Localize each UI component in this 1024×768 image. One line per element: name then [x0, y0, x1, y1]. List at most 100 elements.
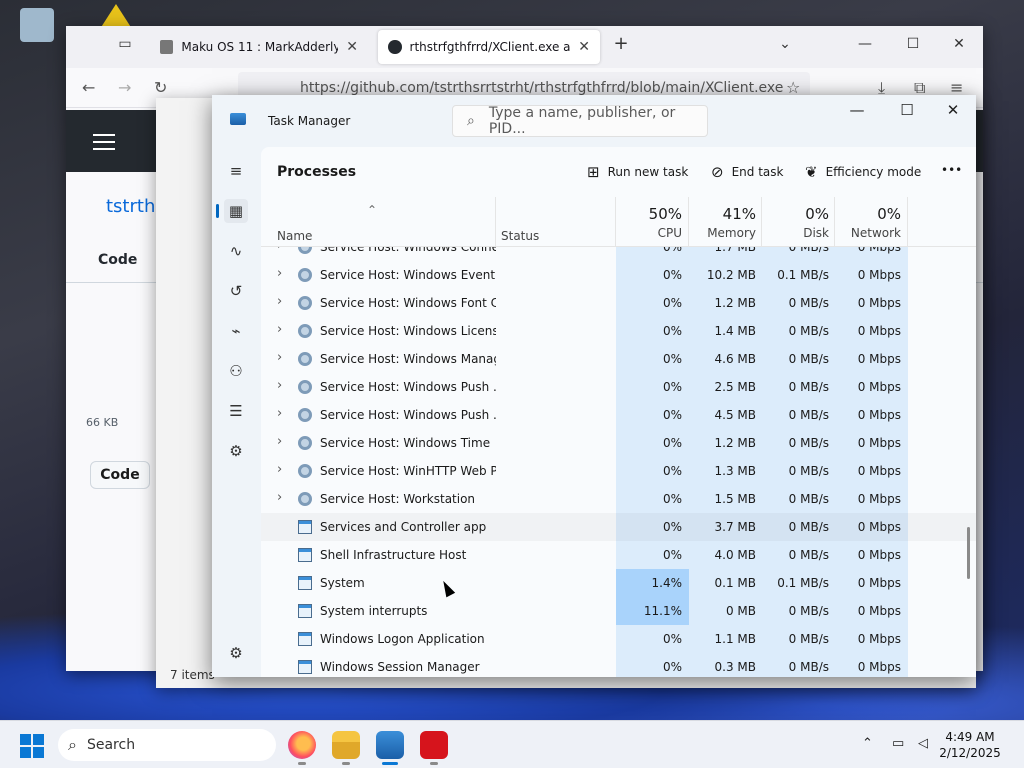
column-memory[interactable]: 41% Memory [689, 205, 756, 240]
more-icon: ••• [941, 163, 963, 177]
app-history-icon[interactable]: ↺ [224, 279, 248, 303]
task-manager-logo-icon [230, 113, 246, 125]
ff-maximize-button[interactable]: ☐ [898, 36, 928, 52]
efficiency-mode-button[interactable]: ❦ Efficiency mode [805, 163, 921, 181]
table-row[interactable]: › Service Host: Windows Time 0% 1.2 MB 0 MB/… [261, 429, 976, 457]
table-row[interactable]: › Service Host: Windows Conne... 0% 1.7 MB 0… [261, 247, 976, 261]
file-explorer-taskbar-icon[interactable] [332, 731, 360, 765]
minimize-button[interactable]: — [834, 101, 880, 119]
more-options-button[interactable]: ••• [941, 163, 962, 177]
column-disk[interactable]: 0% Disk [761, 205, 829, 240]
file-size-label: 66 KB [86, 416, 119, 429]
startup-apps-icon[interactable]: ⌁ [224, 319, 248, 343]
search-input[interactable]: ⌕ Type a name, publisher, or PID... [452, 105, 708, 137]
expand-chevron-icon[interactable]: › [277, 247, 282, 253]
ff-minimize-button[interactable]: — [850, 36, 880, 52]
start-button[interactable] [20, 734, 44, 758]
code-button[interactable]: Code [90, 461, 150, 489]
process-window-icon [298, 632, 312, 646]
clock[interactable]: 4:49 AM 2/12/2025 [930, 729, 1010, 761]
process-name: Service Host: Windows Font C... [320, 296, 496, 310]
expand-chevron-icon[interactable]: › [277, 350, 282, 365]
app-taskbar-icon[interactable] [420, 731, 448, 765]
table-row[interactable]: › Service Host: Windows Font C... 0% 1.2 MB… [261, 289, 976, 317]
table-row[interactable]: › Service Host: WinHTTP Web P... 0% 1.3 MB 0… [261, 457, 976, 485]
expand-chevron-icon[interactable]: › [277, 434, 282, 449]
table-row[interactable]: › Service Host: Windows Manag... 0% 4.6 MB 0… [261, 345, 976, 373]
tab-code[interactable]: Code [98, 252, 137, 268]
table-row[interactable]: Shell Infrastructure Host 0% 4.0 MB 0 MB/s 0… [261, 541, 976, 569]
table-row[interactable]: System interrupts 11.1% 0 MB 0 MB/s 0 Mbps [261, 597, 976, 625]
end-task-button[interactable]: ⊘ End task [711, 163, 783, 181]
tab-maku-os[interactable]: Maku OS 11 : MarkAdderly : Fre ✕ [150, 30, 368, 64]
hamburger-menu-icon[interactable] [93, 134, 115, 150]
settings-gear-icon[interactable]: ⚙ [224, 641, 248, 665]
table-row[interactable]: › Service Host: Windows Event ... 0% 10.2 M… [261, 261, 976, 289]
processes-icon[interactable]: ▦ [216, 199, 248, 223]
tab-xclient[interactable]: rthstrfgthfrrd/XClient.exe at ma ✕ [378, 30, 600, 64]
expand-chevron-icon[interactable]: › [277, 490, 282, 505]
column-name[interactable]: Name [277, 229, 312, 243]
table-row[interactable]: Services and Controller app 0% 3.7 MB 0 MB/… [261, 513, 976, 541]
reload-icon[interactable]: ↻ [154, 78, 167, 97]
expand-chevron-icon[interactable]: › [277, 378, 282, 393]
expand-chevron-icon[interactable]: › [277, 462, 282, 477]
column-network[interactable]: 0% Network [834, 205, 901, 240]
expand-chevron-icon[interactable]: › [277, 294, 282, 309]
ff-close-button[interactable]: ✕ [944, 36, 974, 52]
cpu-value: 0% [662, 352, 682, 366]
tab-overview-icon[interactable]: ▭ [110, 36, 140, 52]
tab-close-icon[interactable]: ✕ [346, 39, 358, 55]
explorer-nav-column [156, 98, 212, 688]
hamburger-menu-icon[interactable]: ≡ [224, 159, 248, 183]
details-icon[interactable]: ☰ [224, 399, 248, 423]
disk-value: 0 MB/s [788, 408, 829, 422]
memory-value: 1.4 MB [714, 324, 756, 338]
table-row[interactable]: › Service Host: Windows Push ... 0% 4.5 MB 0… [261, 401, 976, 429]
list-tabs-chevron-icon[interactable]: ⌄ [770, 36, 800, 52]
expand-chevron-icon[interactable]: › [277, 406, 282, 421]
network-icon[interactable]: ▭ [892, 736, 904, 751]
disk-value: 0 MB/s [788, 380, 829, 394]
taskbar-search[interactable]: ⌕ Search [58, 729, 276, 761]
network-value: 0 Mbps [857, 380, 901, 394]
forward-arrow-icon[interactable]: → [118, 78, 131, 97]
expand-chevron-icon[interactable]: › [277, 266, 282, 281]
table-row[interactable]: Windows Logon Application 0% 1.1 MB 0 MB/s 0… [261, 625, 976, 653]
column-status[interactable]: Status [501, 229, 539, 243]
task-manager-taskbar-icon[interactable] [376, 731, 404, 765]
back-arrow-icon[interactable]: ← [82, 78, 95, 97]
cpu-total: 50% [648, 205, 682, 223]
table-row[interactable]: System 1.4% 0.1 MB 0.1 MB/s 0 Mbps [261, 569, 976, 597]
disk-value: 0.1 MB/s [777, 268, 829, 282]
memory-value: 1.7 MB [714, 247, 756, 254]
processes-toolbar: Processes ⊞ Run new task ⊘ End task ❦ Ef… [261, 147, 976, 197]
disk-value: 0 MB/s [788, 548, 829, 562]
tab-close-icon[interactable]: ✕ [578, 39, 590, 55]
divider [907, 197, 908, 247]
cpu-value: 0% [662, 436, 682, 450]
memory-value: 2.5 MB [714, 380, 756, 394]
volume-icon[interactable]: ◁ [918, 736, 928, 751]
performance-icon[interactable]: ∿ [224, 239, 248, 263]
run-new-task-button[interactable]: ⊞ Run new task [587, 163, 688, 181]
recycle-bin-icon[interactable] [20, 8, 54, 42]
table-row[interactable]: › Service Host: Windows Push ... 0% 2.5 MB 0… [261, 373, 976, 401]
new-tab-icon[interactable]: + [606, 33, 636, 54]
network-value: 0 Mbps [857, 408, 901, 422]
processes-panel: Processes ⊞ Run new task ⊘ End task ❦ Ef… [261, 147, 976, 677]
users-icon[interactable]: ⚇ [224, 359, 248, 383]
table-row[interactable]: › Service Host: Windows Licens... 0% 1.4 MB… [261, 317, 976, 345]
column-cpu[interactable]: 50% CPU [616, 205, 682, 240]
memory-value: 1.2 MB [714, 296, 756, 310]
table-row[interactable]: Windows Session Manager 0% 0.3 MB 0 MB/s 0 M… [261, 653, 976, 677]
network-total: 0% [877, 205, 901, 223]
firefox-taskbar-icon[interactable] [288, 731, 316, 765]
expand-chevron-icon[interactable]: › [277, 322, 282, 337]
close-button[interactable]: ✕ [930, 101, 976, 119]
vertical-scrollbar[interactable] [967, 527, 970, 579]
show-hidden-icons-icon[interactable]: ⌃ [862, 736, 873, 751]
table-row[interactable]: › Service Host: Workstation 0% 1.5 MB 0 MB/s… [261, 485, 976, 513]
maximize-button[interactable]: ☐ [884, 101, 930, 119]
services-icon[interactable]: ⚙ [224, 439, 248, 463]
